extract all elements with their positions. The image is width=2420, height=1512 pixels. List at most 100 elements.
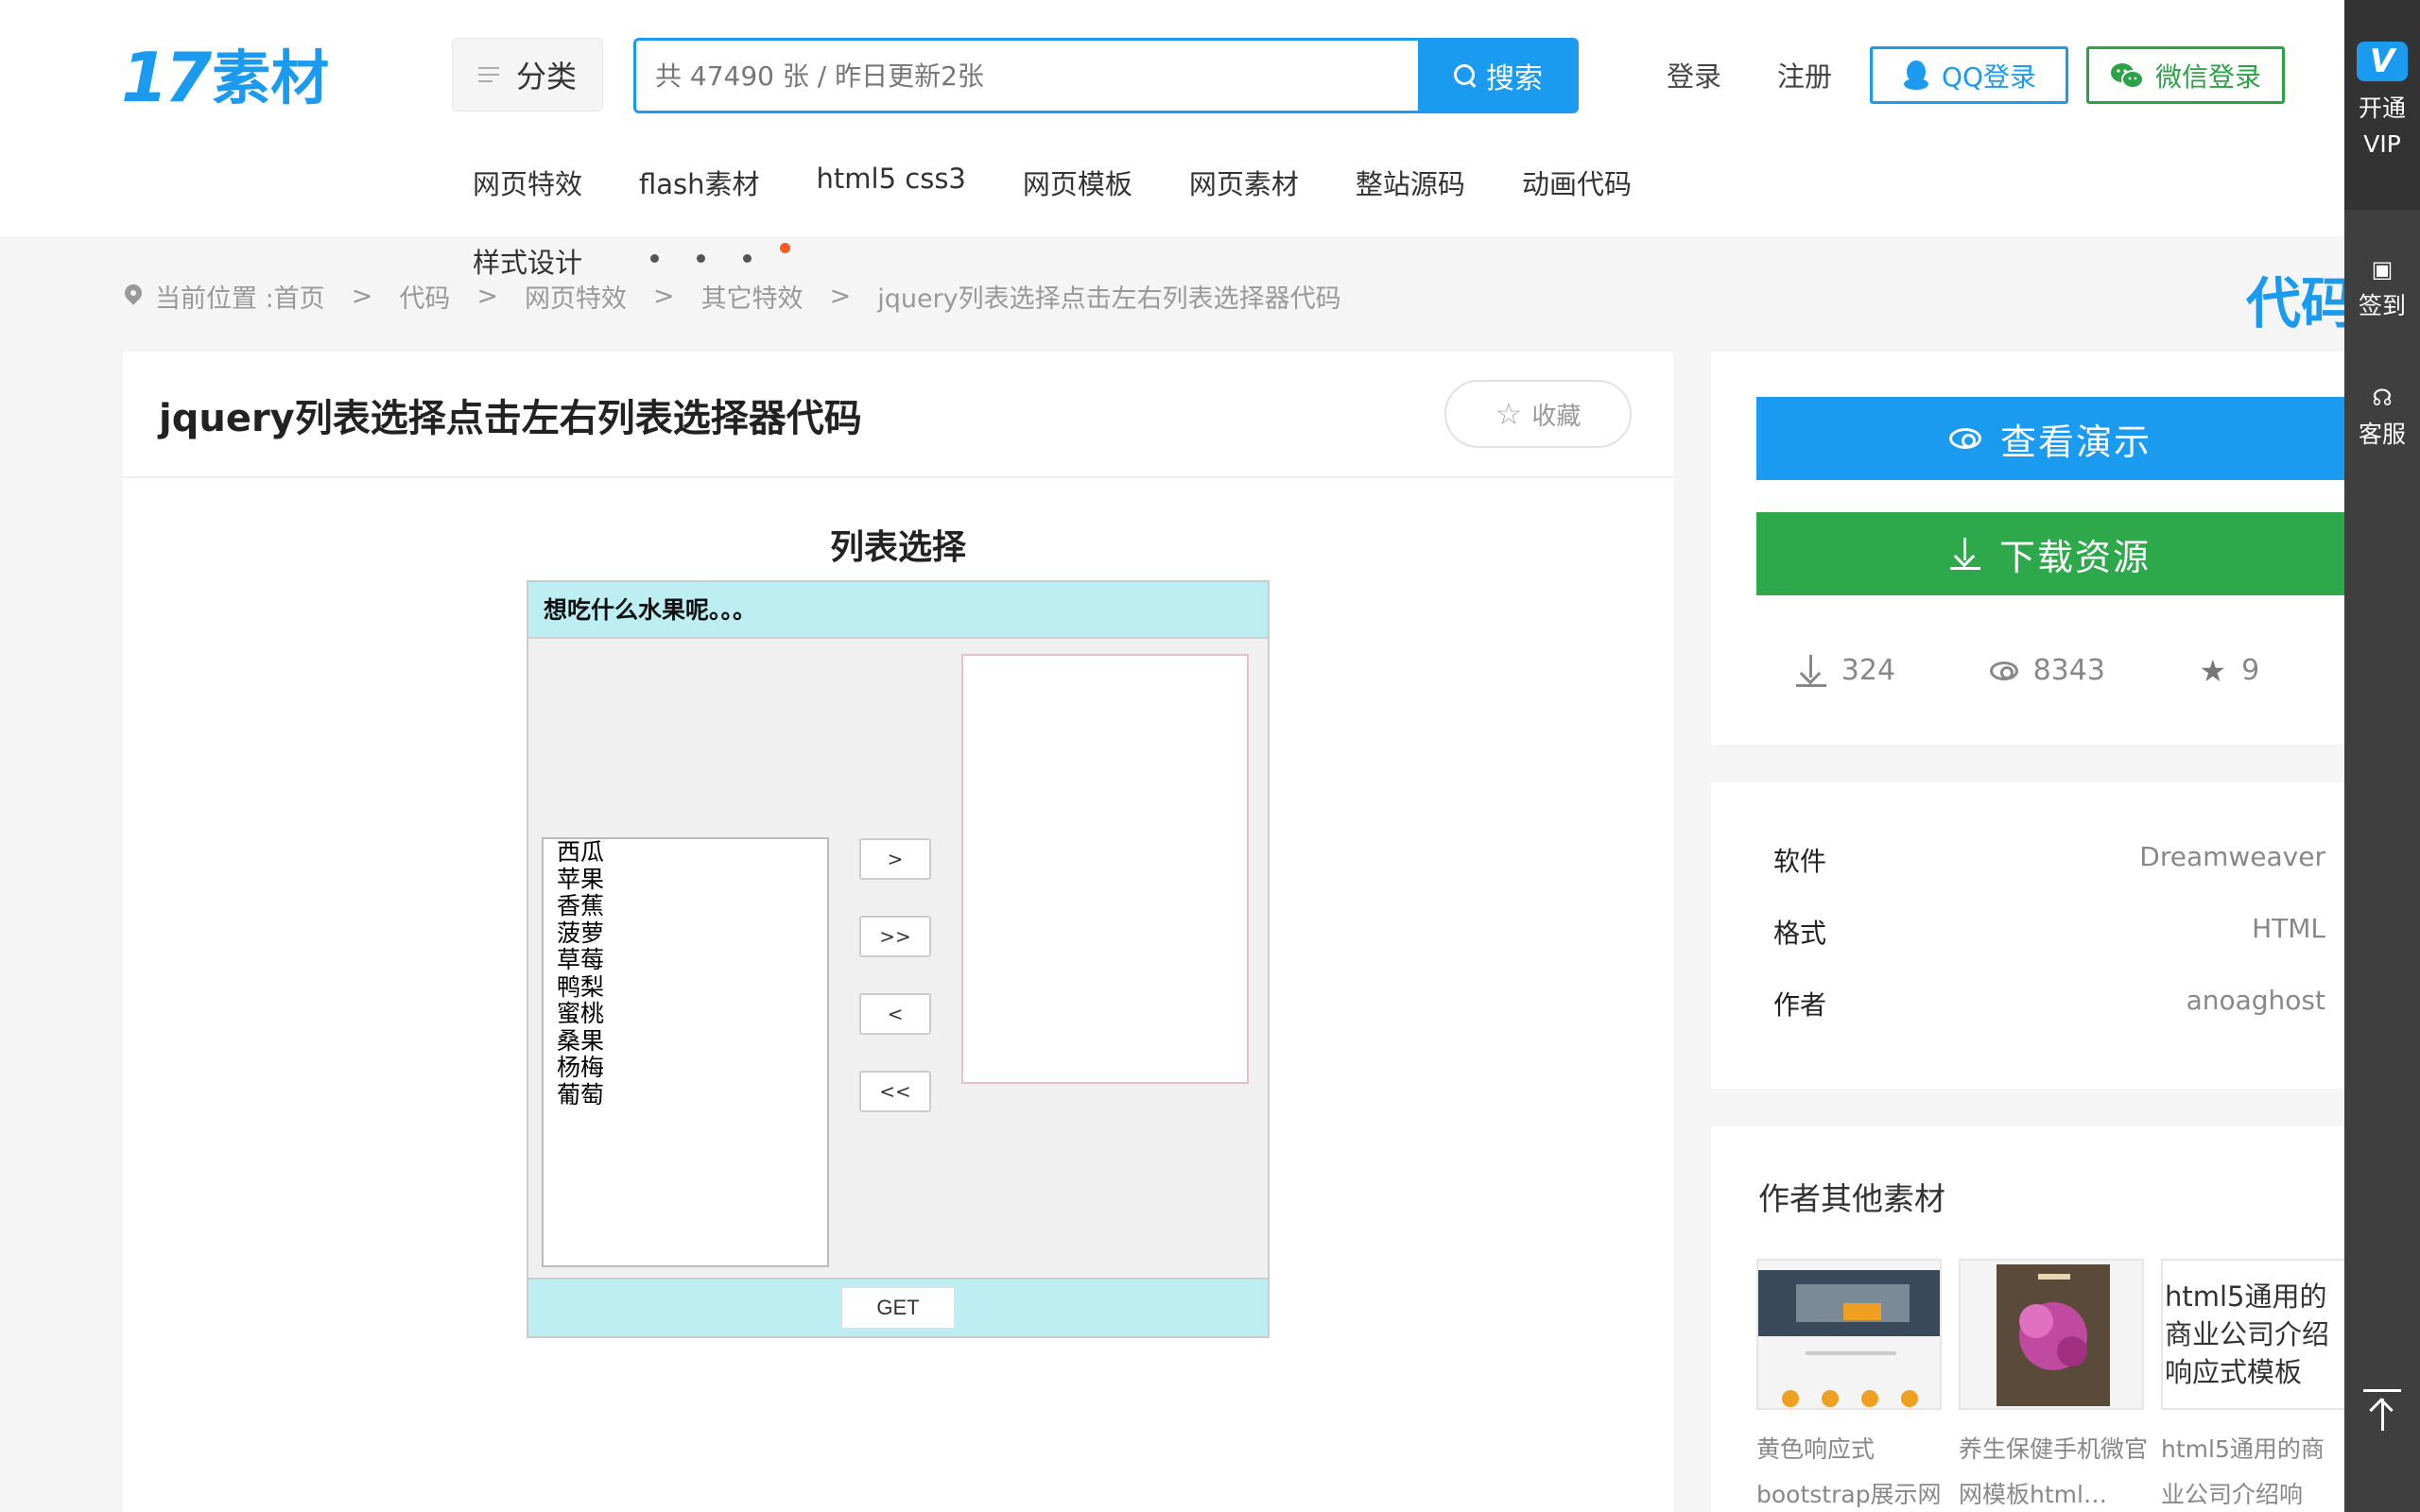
dot[interactable]: [743, 253, 752, 263]
back-to-top-button[interactable]: [2344, 1389, 2420, 1431]
breadcrumb-separator: >: [351, 282, 373, 311]
info-key: 软件: [1773, 846, 1827, 877]
info-value[interactable]: anoaghost: [2187, 985, 2325, 1022]
nav-item-flash[interactable]: flash素材: [639, 163, 760, 202]
other-thumb-2[interactable]: [1959, 1259, 2144, 1410]
search-icon: [1454, 64, 1477, 87]
register-link[interactable]: 注册: [1777, 55, 1832, 94]
info-value: HTML: [2252, 913, 2325, 944]
info-row-software: 软件 Dreamweaver: [1773, 841, 2325, 879]
nav-item-web-assets[interactable]: 网页素材: [1189, 163, 1299, 202]
headset-icon: ☊: [2372, 385, 2393, 411]
download-button[interactable]: 下载资源: [1756, 512, 2344, 595]
service-button[interactable]: ☊ 客服: [2344, 384, 2420, 450]
breadcrumb-separator: >: [476, 282, 498, 311]
qq-icon: [1903, 60, 1928, 90]
list-item[interactable]: 桑果: [557, 1027, 814, 1056]
get-button[interactable]: GET: [841, 1287, 955, 1329]
carousel-dots[interactable]: [650, 242, 791, 263]
list-item[interactable]: 杨梅: [557, 1054, 814, 1082]
other-thumb-3[interactable]: html5通用的商业公司介绍响应式模板: [2161, 1259, 2344, 1410]
right-select-list[interactable]: [961, 654, 1249, 1084]
search-input[interactable]: [633, 38, 1418, 113]
info-key: 格式: [1773, 918, 1827, 949]
dot[interactable]: [697, 253, 706, 263]
list-item[interactable]: 菠萝: [557, 919, 814, 948]
vip-button[interactable]: V 开通 VIP: [2344, 0, 2420, 210]
search-bar: 搜索: [633, 38, 1579, 113]
breadcrumb-separator: >: [829, 282, 852, 311]
star-outline-icon: ☆: [1495, 396, 1523, 432]
main-card: jquery列表选择点击左右列表选择器代码 ☆ 收藏 列表选择 想吃什么水果呢。…: [123, 352, 1673, 1512]
list-item[interactable]: 西瓜: [557, 839, 814, 867]
info-key: 作者: [1773, 989, 1827, 1021]
move-all-right-button[interactable]: >>: [859, 916, 931, 957]
move-left-button[interactable]: <: [859, 993, 931, 1035]
other-caption-2[interactable]: 养生保健手机微官网模板html…: [1959, 1427, 2148, 1512]
arrow-up-icon: [2363, 1389, 2401, 1431]
nav-item-animation[interactable]: 动画代码: [1522, 163, 1632, 202]
login-link[interactable]: 登录: [1667, 55, 1721, 94]
list-item[interactable]: 蜜桃: [557, 1000, 814, 1028]
other-caption-1[interactable]: 黄色响应式bootstrap展示网站…: [1756, 1427, 1945, 1512]
main-card-header: jquery列表选择点击左右列表选择器代码 ☆ 收藏: [123, 352, 1673, 478]
qq-login-button[interactable]: QQ登录: [1870, 46, 2068, 104]
category-label: 分类: [515, 59, 577, 94]
list-item[interactable]: 苹果: [557, 866, 814, 894]
breadcrumb-item[interactable]: 代码: [399, 278, 450, 315]
download-icon: [1795, 654, 1826, 687]
demo-heading: 列表选择: [829, 528, 966, 567]
info-row-author: 作者 anoaghost: [1773, 985, 2325, 1022]
search-button[interactable]: 搜索: [1418, 38, 1579, 113]
author-other-title: 作者其他素材: [1758, 1180, 1945, 1217]
list-item[interactable]: 香蕉: [557, 892, 814, 920]
favorite-count: ★ 9: [2199, 654, 2259, 687]
list-item[interactable]: 草莓: [557, 946, 814, 974]
other-thumb-1[interactable]: [1756, 1259, 1942, 1410]
wechat-icon: [2110, 62, 2144, 89]
breadcrumb-item[interactable]: 网页特效: [525, 278, 627, 315]
site-header: 17 素材 分类 搜索 登录 注册 QQ登录 微信登录 网页特效 flash素材: [0, 0, 2344, 279]
category-button[interactable]: 分类: [452, 38, 603, 112]
favorite-count-value: 9: [2241, 654, 2260, 687]
nav-item-templates[interactable]: 网页模板: [1023, 163, 1132, 202]
breadcrumb: 当前位置 :首页 > 代码 > 网页特效 > 其它特效 > jquery列表选择…: [125, 278, 1341, 315]
nav-overflow: 样式设计: [473, 241, 791, 281]
list-item[interactable]: 葡萄: [557, 1081, 814, 1109]
checkin-label: 签到: [2358, 292, 2406, 319]
dot-active[interactable]: [780, 242, 791, 253]
list-item[interactable]: 鸭梨: [557, 973, 814, 1002]
demo-footer: GET: [528, 1278, 1268, 1336]
nav-item-site-source[interactable]: 整站源码: [1356, 163, 1465, 202]
site-logo[interactable]: 17 素材: [121, 43, 329, 113]
move-right-button[interactable]: >: [859, 838, 931, 880]
vip-label-1: 开通: [2358, 94, 2406, 122]
main-nav: 网页特效 flash素材 html5 css3 网页模板 网页素材 整站源码 动…: [473, 163, 1688, 202]
dot[interactable]: [650, 253, 660, 263]
view-demo-button[interactable]: 查看演示: [1756, 397, 2344, 480]
breadcrumb-home[interactable]: 当前位置 :首页: [155, 278, 325, 315]
favorite-button[interactable]: ☆ 收藏: [1444, 380, 1632, 448]
checkin-button[interactable]: ▣ 签到: [2344, 255, 2420, 321]
broken-image-alt: html5通用的商业公司介绍响应式模板: [2165, 1280, 2330, 1388]
thumbnail-image: [1758, 1261, 1940, 1408]
code-watermark: 代码: [2246, 271, 2357, 335]
download-count-value: 324: [1841, 654, 1896, 687]
other-caption-3[interactable]: html5通用的商业公司介绍响应…: [2161, 1427, 2344, 1512]
author-other-card: 作者其他素材 黄色响应式bootstrap展示网站… 养生保健手机微官网模板ht…: [1711, 1126, 2344, 1512]
stats-row: 324 8343 ★ 9: [1711, 654, 2344, 687]
download-label: 下载资源: [1998, 536, 2151, 578]
demo-prompt: 想吃什么水果呢。。。: [528, 582, 1268, 639]
move-all-left-button[interactable]: <<: [859, 1071, 931, 1112]
service-label: 客服: [2358, 421, 2406, 448]
eye-icon: [1989, 661, 2018, 680]
view-demo-label: 查看演示: [1999, 421, 2152, 463]
nav-item-web-effects[interactable]: 网页特效: [473, 163, 582, 202]
wechat-login-label: 微信登录: [2154, 60, 2261, 93]
star-icon: ★: [2199, 652, 2227, 689]
nav-item-html5-css3[interactable]: html5 css3: [817, 163, 966, 202]
wechat-login-button[interactable]: 微信登录: [2086, 46, 2285, 104]
action-card: 查看演示 下载资源 324 8343 ★ 9: [1711, 352, 2344, 745]
left-select-list[interactable]: 西瓜 苹果 香蕉 菠萝 草莓 鸭梨 蜜桃 桑果 杨梅 葡萄: [542, 837, 829, 1267]
breadcrumb-item[interactable]: 其它特效: [701, 278, 804, 315]
